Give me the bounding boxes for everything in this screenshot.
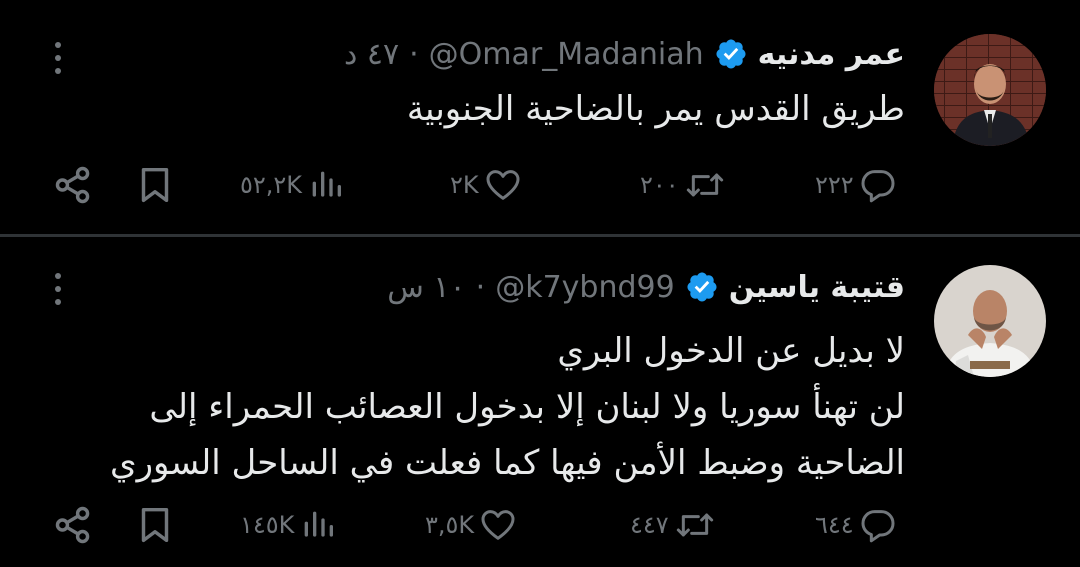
avatar[interactable] — [934, 34, 1046, 146]
like-button[interactable]: ٣,٥K — [425, 500, 518, 550]
share-button[interactable] — [50, 160, 96, 210]
retweet-count: ٤٤٧ — [630, 511, 669, 539]
views-button[interactable]: ٥٢,٢K — [240, 160, 346, 210]
tweet[interactable]: عمر مدنيه @Omar_Madaniah · ٤٧ د طريق الق… — [0, 0, 1080, 234]
display-name[interactable]: قتيبة ياسين — [729, 270, 905, 305]
like-button[interactable]: ٢K — [450, 160, 523, 210]
reply-button[interactable]: ٦٤٤ — [815, 500, 898, 550]
tweet[interactable]: قتيبة ياسين @k7ybnd99 · ١٠ س لا بديل عن … — [0, 237, 1080, 567]
tweet-header: عمر مدنيه @Omar_Madaniah · ٤٧ د — [344, 32, 905, 76]
bookmark-button[interactable] — [132, 500, 178, 550]
retweet-icon — [676, 513, 713, 537]
reply-button[interactable]: ٢٢٢ — [815, 160, 898, 210]
tweet-text-line: لا بديل عن الدخول البري — [557, 331, 905, 371]
avatar[interactable] — [934, 265, 1046, 377]
analytics-icon — [312, 171, 342, 197]
share-icon — [55, 506, 90, 544]
avatar-photo — [934, 265, 1046, 377]
retweet-button[interactable]: ٤٤٧ — [630, 500, 717, 550]
timestamp[interactable]: ٤٧ د — [344, 37, 399, 72]
handle[interactable]: @k7ybnd99 — [495, 270, 675, 305]
views-count: ٥٢,٢K — [240, 171, 303, 199]
action-bar: ٥٢,٢K ٢K ٢٠٠ ٢٢٢ — [50, 160, 910, 210]
retweet-icon — [686, 173, 723, 197]
separator: · — [475, 269, 486, 305]
like-count: ٣,٥K — [425, 511, 475, 539]
display-name[interactable]: عمر مدنيه — [758, 37, 905, 72]
reply-icon — [861, 170, 895, 203]
bookmark-icon — [141, 167, 169, 203]
tweet-text: طريق القدس يمر بالضاحية الجنوبية — [75, 86, 905, 132]
bookmark-icon — [141, 507, 169, 543]
heart-icon — [481, 510, 515, 540]
views-count: ١٤٥K — [240, 511, 295, 539]
reply-count: ٢٢٢ — [815, 171, 854, 199]
reply-icon — [861, 510, 895, 543]
heart-icon — [486, 170, 520, 200]
tweet-text-line: طريق القدس يمر بالضاحية الجنوبية — [406, 89, 905, 129]
more-options-icon[interactable] — [46, 267, 70, 311]
more-options-icon[interactable] — [46, 36, 70, 80]
tweet-text-line: لن تهنأ سوريا ولا لبنان إلا بدخول العصائ… — [149, 387, 905, 427]
tweet-header: قتيبة ياسين @k7ybnd99 · ١٠ س — [387, 265, 905, 309]
action-bar: ١٤٥K ٣,٥K ٤٤٧ ٦٤٤ — [50, 500, 910, 550]
retweet-count: ٢٠٠ — [640, 171, 679, 199]
bookmark-button[interactable] — [132, 160, 178, 210]
handle[interactable]: @Omar_Madaniah — [429, 37, 704, 72]
like-count: ٢K — [450, 171, 479, 199]
separator: · — [409, 36, 419, 72]
retweet-button[interactable]: ٢٠٠ — [640, 160, 727, 210]
timestamp[interactable]: ١٠ س — [387, 270, 465, 305]
avatar-photo — [934, 34, 1046, 146]
verified-badge-icon — [716, 39, 746, 69]
tweet-text: لا بديل عن الدخول البري لن تهنأ سوريا ول… — [75, 323, 905, 491]
share-button[interactable] — [50, 500, 96, 550]
tweet-text-line: الضاحية وضبط الأمن فيها كما فعلت في السا… — [110, 443, 905, 483]
analytics-icon — [305, 511, 334, 537]
verified-badge-icon — [687, 272, 717, 302]
reply-count: ٦٤٤ — [815, 511, 854, 539]
views-button[interactable]: ١٤٥K — [240, 500, 338, 550]
share-icon — [55, 166, 90, 204]
